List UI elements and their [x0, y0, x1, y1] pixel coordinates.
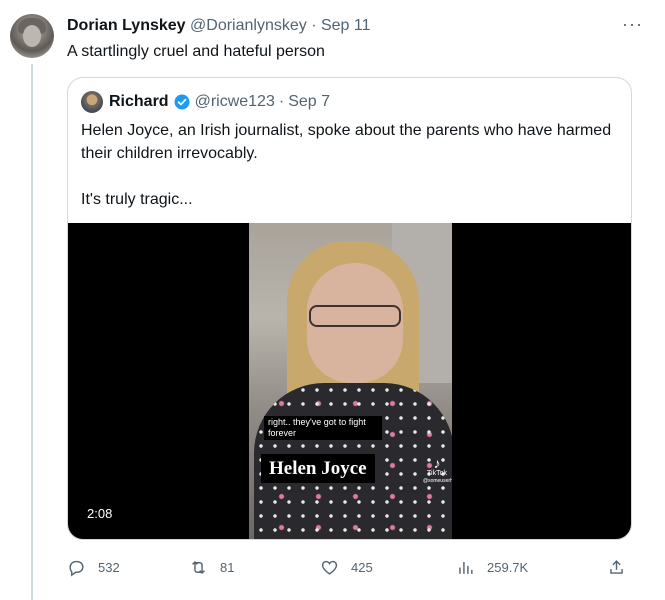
tweet-text: A startlingly cruel and hateful person — [67, 43, 325, 60]
quote-author-name[interactable]: Richard — [109, 92, 169, 112]
retweet-count: 81 — [220, 559, 235, 575]
reply-icon — [69, 560, 84, 576]
quoted-tweet[interactable]: Richard @ricwe123 · Sep 7 Helen Joyce, a… — [67, 77, 632, 540]
reply-button[interactable]: 532 — [67, 553, 120, 581]
quote-date[interactable]: Sep 7 — [288, 92, 330, 112]
video-name-card: Helen Joyce — [261, 454, 375, 483]
author-handle[interactable]: @Dorianlynskey — [190, 17, 307, 34]
tweet[interactable]: Dorian Lynskey @Dorianlynskey · Sep 11 ·… — [0, 0, 665, 600]
video-subtitle: right.. they've got to fight forever — [264, 416, 382, 440]
author-avatar[interactable] — [10, 14, 54, 58]
video-duration: 2:08 — [81, 504, 119, 524]
tiktok-logo-icon: ♪ — [433, 455, 441, 471]
quote-author-handle[interactable]: @ricwe123 — [195, 92, 275, 112]
views-button[interactable]: 259.7K — [456, 553, 528, 581]
share-button[interactable] — [607, 553, 626, 581]
tweet-date[interactable]: Sep 11 — [321, 17, 371, 34]
video-person-glasses — [309, 305, 401, 327]
quote-text: Helen Joyce, an Irish journalist, spoke … — [81, 119, 621, 211]
author-name[interactable]: Dorian Lynskey — [67, 17, 186, 34]
quote-text-spacer — [81, 165, 621, 188]
like-button[interactable]: 425 — [320, 553, 373, 581]
video-player[interactable]: right.. they've got to fight forever Hel… — [68, 223, 631, 539]
views-bar-chart-icon — [459, 561, 473, 574]
video-frame: right.. they've got to fight forever Hel… — [249, 223, 452, 539]
thread-line — [31, 64, 33, 600]
quote-header: Richard @ricwe123 · Sep 7 — [81, 91, 330, 113]
retweet-icon — [192, 560, 205, 574]
more-icon[interactable]: ··· — [622, 14, 643, 35]
quote-header-separator: · — [278, 93, 285, 110]
quote-text-paragraph-2: It's truly tragic... — [81, 191, 193, 208]
tiktok-brand: TikTok — [427, 470, 447, 477]
header-separator: · — [311, 17, 317, 34]
retweet-button[interactable]: 81 — [189, 553, 234, 581]
tweet-actions: 532 81 425 259.7K — [67, 553, 637, 581]
avatar-face — [23, 25, 41, 47]
tweet-header: Dorian Lynskey @Dorianlynskey · Sep 11 — [67, 16, 371, 36]
tiktok-watermark: ♪ TikTok @someuserhandle — [423, 455, 452, 484]
heart-icon — [321, 560, 338, 575]
share-icon — [610, 559, 623, 574]
tiktok-handle: @someuserhandle — [423, 478, 452, 484]
reply-count: 532 — [98, 559, 120, 575]
like-count: 425 — [351, 559, 373, 575]
quote-text-paragraph-1: Helen Joyce, an Irish journalist, spoke … — [81, 122, 612, 162]
verified-badge-icon — [174, 94, 190, 110]
quote-author-avatar[interactable] — [81, 91, 103, 113]
views-count: 259.7K — [487, 559, 529, 575]
